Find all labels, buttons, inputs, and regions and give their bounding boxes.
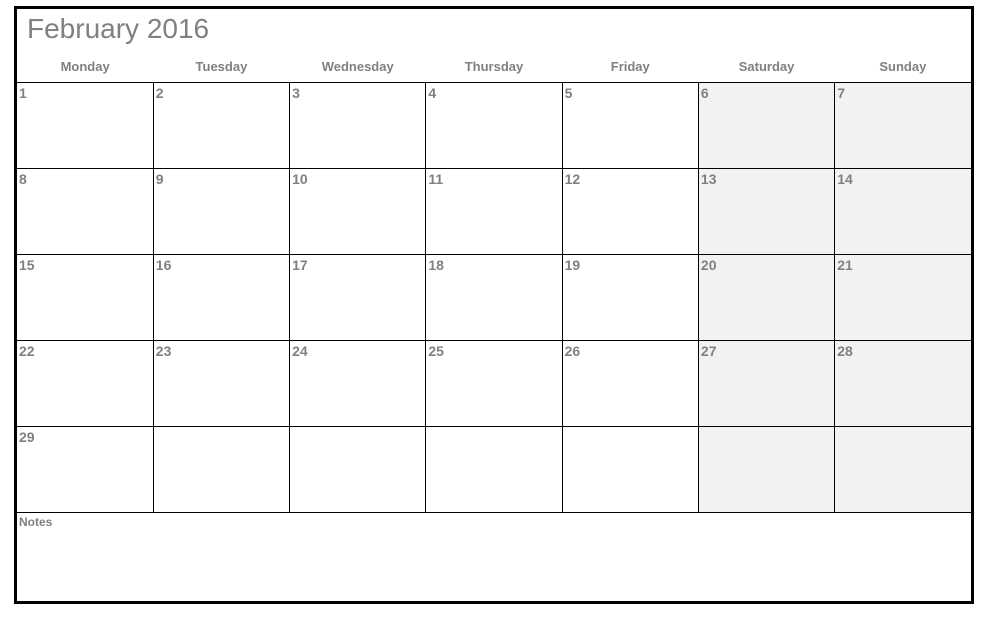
day-cell[interactable]: 26	[562, 341, 698, 427]
day-number: 19	[563, 255, 698, 273]
day-cell[interactable]	[153, 427, 289, 513]
day-cell[interactable]: 20	[698, 255, 834, 341]
weekday-header: Wednesday	[290, 53, 426, 83]
weekday-header: Monday	[17, 53, 153, 83]
day-cell[interactable]	[426, 427, 562, 513]
day-number: 29	[17, 427, 153, 445]
day-cell[interactable]: 3	[290, 83, 426, 169]
day-cell[interactable]: 13	[698, 169, 834, 255]
day-number: 23	[154, 341, 289, 359]
day-cell[interactable]: 21	[835, 255, 971, 341]
notes-cell[interactable]: Notes	[17, 513, 971, 573]
day-number: 6	[699, 83, 834, 101]
day-cell[interactable]: 1	[17, 83, 153, 169]
day-number: 13	[699, 169, 834, 187]
day-number: 24	[290, 341, 425, 359]
day-cell[interactable]: 14	[835, 169, 971, 255]
day-cell[interactable]: 28	[835, 341, 971, 427]
day-number: 2	[154, 83, 289, 101]
month-title: February 2016	[27, 13, 209, 45]
day-cell[interactable]	[698, 427, 834, 513]
calendar-week-row: 29	[17, 427, 971, 513]
day-number: 22	[17, 341, 153, 359]
weekday-header-row: Monday Tuesday Wednesday Thursday Friday…	[17, 53, 971, 83]
weekday-header: Tuesday	[153, 53, 289, 83]
calendar-week-row: 22232425262728	[17, 341, 971, 427]
day-cell[interactable]: 25	[426, 341, 562, 427]
day-cell[interactable]: 8	[17, 169, 153, 255]
day-cell[interactable]: 2	[153, 83, 289, 169]
day-cell[interactable]: 6	[698, 83, 834, 169]
day-cell[interactable]	[562, 427, 698, 513]
day-number: 28	[835, 341, 971, 359]
calendar-grid: Monday Tuesday Wednesday Thursday Friday…	[17, 53, 971, 573]
day-number: 25	[426, 341, 561, 359]
day-cell[interactable]: 24	[290, 341, 426, 427]
day-cell[interactable]: 15	[17, 255, 153, 341]
day-cell[interactable]: 4	[426, 83, 562, 169]
day-cell[interactable]: 9	[153, 169, 289, 255]
day-number: 12	[563, 169, 698, 187]
calendar-week-row: 891011121314	[17, 169, 971, 255]
day-number: 4	[426, 83, 561, 101]
day-number: 18	[426, 255, 561, 273]
day-number: 5	[563, 83, 698, 101]
day-cell[interactable]	[835, 427, 971, 513]
day-cell[interactable]: 12	[562, 169, 698, 255]
day-number: 8	[17, 169, 153, 187]
calendar-week-row: 15161718192021	[17, 255, 971, 341]
day-number: 7	[835, 83, 971, 101]
calendar-body: 1234567891011121314151617181920212223242…	[17, 83, 971, 573]
notes-row: Notes	[17, 513, 971, 573]
day-cell[interactable]: 22	[17, 341, 153, 427]
weekday-header: Sunday	[835, 53, 971, 83]
weekday-header: Saturday	[698, 53, 834, 83]
day-number: 15	[17, 255, 153, 273]
day-number: 27	[699, 341, 834, 359]
day-cell[interactable]: 17	[290, 255, 426, 341]
day-cell[interactable]: 23	[153, 341, 289, 427]
day-cell[interactable]: 11	[426, 169, 562, 255]
day-cell[interactable]: 10	[290, 169, 426, 255]
day-number: 16	[154, 255, 289, 273]
day-number: 14	[835, 169, 971, 187]
day-cell[interactable]: 29	[17, 427, 153, 513]
day-number: 20	[699, 255, 834, 273]
day-number: 1	[17, 83, 153, 101]
day-cell[interactable]: 18	[426, 255, 562, 341]
day-cell[interactable]	[290, 427, 426, 513]
weekday-header: Friday	[562, 53, 698, 83]
calendar-frame: February 2016 Monday Tuesday Wednesday T…	[14, 6, 974, 604]
day-cell[interactable]: 27	[698, 341, 834, 427]
day-cell[interactable]: 7	[835, 83, 971, 169]
day-cell[interactable]: 19	[562, 255, 698, 341]
day-cell[interactable]: 5	[562, 83, 698, 169]
notes-label: Notes	[17, 513, 971, 529]
day-number: 17	[290, 255, 425, 273]
day-number: 11	[426, 169, 561, 187]
calendar-week-row: 1234567	[17, 83, 971, 169]
day-number: 21	[835, 255, 971, 273]
day-number: 3	[290, 83, 425, 101]
day-number: 9	[154, 169, 289, 187]
weekday-header: Thursday	[426, 53, 562, 83]
day-number: 10	[290, 169, 425, 187]
day-number: 26	[563, 341, 698, 359]
day-cell[interactable]: 16	[153, 255, 289, 341]
